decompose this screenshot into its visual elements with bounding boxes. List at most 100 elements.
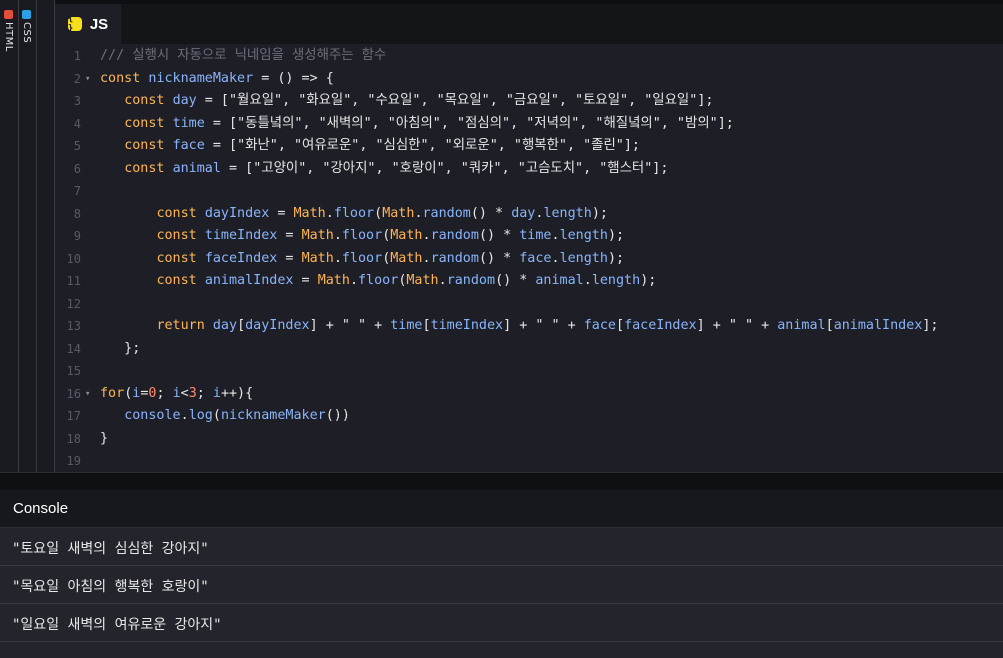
line-number: 5	[73, 139, 81, 153]
fold-arrow-icon[interactable]: ▾	[85, 383, 90, 405]
side-panel: HTML CSS	[0, 0, 55, 472]
line-number: 3	[73, 94, 81, 108]
code-token: .	[438, 273, 447, 288]
code-token: [	[237, 318, 246, 333]
code-token: face	[583, 318, 616, 333]
code-token: nicknameMaker	[220, 408, 326, 423]
code-token: random	[422, 205, 471, 221]
code-token: length	[559, 250, 608, 266]
code-token: time	[390, 318, 423, 333]
code-text: const nicknameMaker = () => {	[100, 68, 334, 90]
fold-arrow-icon[interactable]: ▾	[85, 68, 90, 90]
code-token: =	[277, 250, 302, 266]
code-line: 2 ▾ const nicknameMaker = () => {	[55, 68, 1003, 90]
code-token: Math	[382, 205, 415, 221]
code-token: .	[325, 205, 334, 221]
code-token: dayIndex	[245, 318, 310, 333]
code-token: const	[124, 93, 173, 108]
code-line: 12	[55, 293, 1003, 315]
code-text: }	[100, 428, 108, 450]
code-token: /// 실행시 자동으로 닉네임을 생성해주는 함수	[100, 48, 387, 63]
code-token: =	[277, 228, 302, 243]
code-token: time	[172, 115, 205, 131]
code-token: );	[607, 228, 625, 243]
line-number: 16	[66, 386, 81, 401]
console-resize-handle[interactable]	[0, 472, 1003, 491]
code-token: 3	[188, 385, 197, 401]
line-number: 6	[73, 161, 81, 176]
code-token: "동틀녘의", "새벽의", "아침의", "점심의", "저녁의", "해질녘…	[237, 115, 718, 131]
code-token: }	[100, 430, 109, 446]
code-text: const face = ["화난", "여유로운", "심심한", "외로운"…	[100, 135, 640, 157]
code-token: (	[374, 205, 383, 221]
code-token: nicknameMaker	[148, 70, 254, 86]
code-token: [	[825, 318, 834, 333]
code-editor[interactable]: { } JS 1 /// 실행시 자동으로 닉네임을 생성해주는 함수 2 ▾ cons…	[55, 0, 1003, 472]
code-token: );	[607, 250, 625, 266]
code-token: "화난", "여유로운", "심심한", "외로운", "행복한", "졸린"	[237, 138, 624, 153]
code-token: ];	[717, 115, 734, 131]
code-token: random	[430, 250, 479, 266]
code-token: Math	[317, 273, 350, 288]
code-line: 18}	[55, 428, 1003, 450]
code-text: const animalIndex = Math.floor(Math.rand…	[100, 270, 656, 292]
code-token: ];	[697, 93, 714, 108]
code-token: floor	[341, 228, 383, 243]
line-number: 18	[66, 431, 81, 446]
console-log-text: "목요일 아침의 행복한 호랑이"	[12, 579, 209, 595]
line-number: 19	[66, 454, 81, 468]
code-token: ];	[922, 318, 939, 333]
code-token: ];	[652, 160, 669, 176]
code-token: for	[100, 385, 125, 401]
console-log-row: "토요일 새벽의 심심한 강아지"	[0, 528, 1003, 566]
code-text: };	[100, 338, 140, 360]
code-token: = () => {	[253, 70, 334, 86]
js-icon: { }	[67, 14, 82, 34]
tab-css-label: CSS	[21, 22, 32, 44]
code-token: (	[212, 408, 221, 423]
code-area[interactable]: 1 /// 실행시 자동으로 닉네임을 생성해주는 함수 2 ▾ const nickn…	[55, 44, 1003, 472]
code-line: 10 const faceIndex = Math.floor(Math.ran…	[55, 248, 1003, 270]
code-line: 1 /// 실행시 자동으로 닉네임을 생성해주는 함수	[55, 45, 1003, 67]
tab-css[interactable]: CSS	[20, 0, 37, 472]
code-line: 13 return day[dayIndex] + " " + time[tim…	[55, 315, 1003, 337]
code-token: .	[333, 228, 342, 243]
code-token: "월요일", "화요일", "수요일", "목요일", "금요일", "토요일"…	[229, 93, 698, 108]
code-token: time	[519, 228, 552, 243]
code-token: length	[543, 205, 592, 221]
code-token: animal	[172, 160, 221, 176]
code-token: = [	[196, 93, 229, 108]
tab-js[interactable]: { } JS	[55, 4, 121, 44]
editor-tabbar: { } JS	[55, 0, 1003, 44]
code-token: Math	[301, 250, 334, 266]
code-token: ] + " " +	[503, 318, 584, 333]
css-badge-icon	[21, 10, 31, 19]
code-token: floor	[358, 273, 399, 288]
code-line: 5 const face = ["화난", "여유로운", "심심한", "외로…	[55, 135, 1003, 157]
code-token: random	[430, 228, 479, 243]
code-token: =	[269, 205, 294, 221]
line-number: 11	[66, 274, 81, 288]
code-token: [	[616, 318, 625, 333]
code-token: const	[100, 70, 149, 86]
code-line: 9 const timeIndex = Math.floor(Math.rand…	[55, 225, 1003, 247]
code-token: const	[156, 250, 205, 266]
code-token: floor	[341, 250, 383, 266]
code-token: ] + " " +	[696, 318, 778, 333]
code-token: Math	[390, 250, 423, 266]
tab-html[interactable]: HTML	[2, 0, 19, 472]
console-log-row: "목요일 아침의 행복한 호랑이"	[0, 566, 1003, 604]
code-token: random	[446, 273, 496, 288]
line-number: 8	[73, 206, 81, 221]
code-line: 19	[55, 450, 1003, 472]
line-number: 1	[73, 49, 81, 63]
code-token: ] + " " +	[309, 318, 391, 333]
code-token: );	[640, 273, 657, 288]
code-token: i	[172, 385, 181, 401]
code-token: day	[172, 93, 197, 108]
code-token: console	[124, 408, 181, 423]
code-token: animalIndex	[204, 273, 294, 288]
